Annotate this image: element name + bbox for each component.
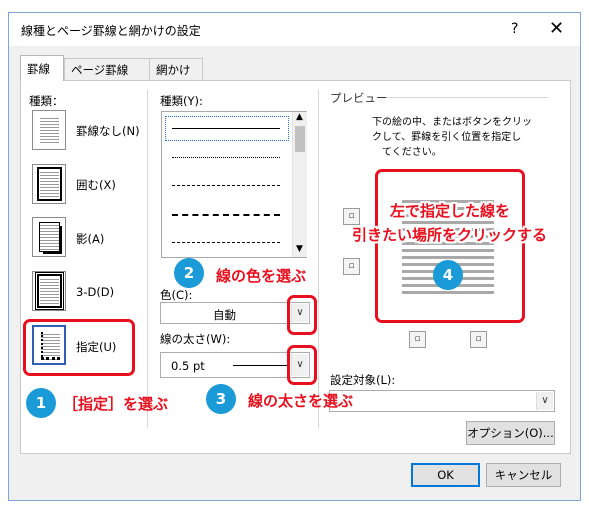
style-solid[interactable] [172, 128, 280, 129]
left-border-button[interactable]: ▫ [409, 331, 426, 348]
scroll-down-icon[interactable]: ▼ [296, 244, 303, 254]
no-border-icon[interactable] [32, 110, 66, 150]
shadow-border-icon[interactable] [32, 217, 66, 257]
preview-header: プレビュー [330, 91, 388, 105]
setting-box-label[interactable]: 囲む(X) [76, 177, 116, 193]
color-value: 自動 [213, 308, 236, 322]
right-border-button[interactable]: ▫ [470, 331, 487, 348]
step-text-3: 線の太さを選ぶ [248, 392, 354, 410]
width-sample-line [233, 365, 289, 366]
width-label: 線の太さ(W): [160, 332, 231, 346]
cancel-button[interactable]: キャンセル [486, 463, 561, 487]
step-badge-4: 4 [433, 260, 463, 290]
tab-borders[interactable]: 罫線 [20, 55, 64, 81]
step-badge-3: 3 [206, 384, 236, 414]
style-scrollbar[interactable]: ▲ ▼ [292, 112, 307, 257]
scroll-thumb[interactable] [295, 126, 305, 152]
color-label: 色(C): [160, 288, 193, 302]
3d-border-icon[interactable] [32, 271, 66, 311]
settings-header: 種類： [29, 94, 64, 108]
step-text-1: ［指定］を選ぶ [63, 395, 169, 413]
dialog-title: 線種とページ罫線と網かけの設定 [21, 24, 201, 38]
style-dotted[interactable] [172, 157, 280, 158]
scroll-up-icon[interactable]: ▲ [296, 112, 303, 122]
style-dashed-small[interactable] [172, 185, 280, 186]
style-dashed[interactable] [172, 214, 280, 216]
highlight-color-drop [287, 295, 317, 335]
tab-shading[interactable]: 網かけ [149, 58, 203, 80]
close-button[interactable]: ✕ [549, 18, 564, 39]
step-badge-1: 1 [26, 388, 56, 418]
title-bar: 線種とページ罫線と網かけの設定 ? ✕ [9, 13, 580, 46]
chevron-down-icon[interactable]: ∨ [536, 392, 553, 410]
middle-border-button[interactable]: ▫ [343, 258, 360, 275]
style-header: 種類(Y): [160, 94, 203, 108]
step-text-4-line-2: 引きたい場所をクリックする [352, 226, 548, 244]
apply-to-label: 設定対象(L): [330, 373, 396, 387]
preview-instruction-3: てください。 [382, 147, 442, 158]
highlight-preview [375, 169, 525, 323]
preview-instruction-1: 下の絵の中、またはボタンをクリッ [372, 117, 532, 128]
line-style-list[interactable]: ▲ ▼ [161, 111, 307, 258]
options-button[interactable]: オプション(O)... [466, 421, 555, 445]
preview-instruction-2: クして、罫線を引く位置を指定し [372, 132, 522, 143]
highlight-width-drop [287, 345, 317, 385]
tab-page-border[interactable]: ページ罫線 [64, 58, 150, 80]
ok-button[interactable]: OK [411, 463, 480, 487]
setting-none-label[interactable]: 罫線なし(N) [76, 123, 140, 139]
box-border-icon[interactable] [32, 164, 66, 204]
separator [147, 90, 148, 428]
separator [318, 90, 319, 428]
style-dash-dot[interactable] [172, 242, 280, 243]
step-badge-2: 2 [174, 258, 204, 288]
preview-rule [388, 97, 548, 98]
step-text-2: 線の色を選ぶ [216, 267, 307, 285]
step-text-4-line-1: 左で指定した線を [390, 202, 511, 220]
setting-3d-label[interactable]: 3-D(D) [76, 285, 114, 299]
apply-to-select[interactable]: ∨ [329, 390, 555, 412]
top-border-button[interactable]: ▫ [343, 208, 360, 225]
width-value: 0.5 pt [171, 359, 205, 373]
highlight-custom [23, 319, 135, 376]
help-button[interactable]: ? [511, 21, 518, 37]
setting-shadow-label[interactable]: 影(A) [76, 231, 104, 247]
